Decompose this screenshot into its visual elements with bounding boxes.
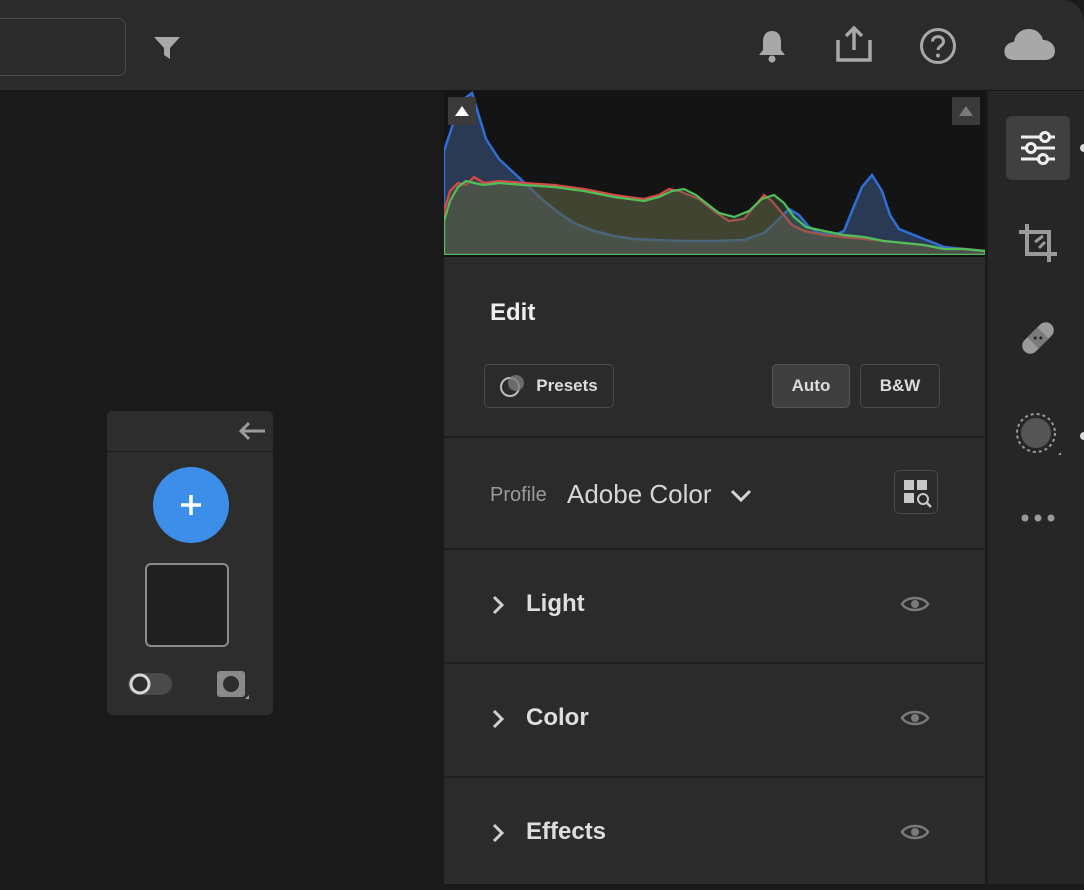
highlight-clipping-toggle[interactable]: [952, 97, 980, 125]
search-field[interactable]: [0, 18, 126, 76]
profile-label: Profile: [490, 484, 547, 506]
eye-icon[interactable]: [900, 708, 930, 728]
edit-title: Edit: [490, 299, 536, 326]
plus-icon: [181, 495, 201, 515]
presets-button[interactable]: Presets: [484, 364, 614, 408]
active-indicator-dot: [1080, 144, 1084, 152]
arrow-left-icon[interactable]: [235, 419, 267, 443]
funnel-icon[interactable]: [152, 34, 182, 62]
eye-icon[interactable]: [900, 822, 930, 842]
profile-value: Adobe Color: [567, 479, 712, 509]
auto-label: Auto: [791, 376, 831, 395]
auto-button[interactable]: Auto: [772, 364, 850, 408]
profile-browser-button[interactable]: [894, 470, 938, 514]
section-color[interactable]: Color: [444, 664, 985, 776]
section-color-label: Color: [526, 704, 589, 731]
top-toolbar: [0, 0, 1084, 91]
crop-tool-button[interactable]: [1006, 211, 1070, 275]
histogram: [444, 91, 985, 257]
masking-indicator-dot: [1080, 432, 1084, 440]
more-tools-button[interactable]: [1006, 486, 1070, 550]
masks-panel-header: [107, 411, 273, 452]
section-light[interactable]: Light: [444, 550, 985, 662]
histogram-green-channel: [444, 179, 985, 255]
edit-sliders-icon: [1021, 131, 1055, 165]
masks-panel: [106, 410, 274, 716]
masking-icon: [1016, 413, 1061, 455]
masking-tool-button[interactable]: [1006, 403, 1070, 467]
tool-rail: [986, 91, 1084, 884]
bell-icon[interactable]: [756, 28, 788, 64]
cloud-icon[interactable]: [1002, 26, 1056, 62]
mask-overlay-icon[interactable]: [215, 669, 251, 703]
share-icon[interactable]: [834, 24, 874, 64]
presets-label: Presets: [536, 376, 598, 395]
bw-button[interactable]: B&W: [860, 364, 940, 408]
divider: [444, 436, 985, 438]
chevron-right-icon: [492, 823, 505, 843]
shadow-clipping-toggle[interactable]: [448, 97, 476, 125]
eye-icon[interactable]: [900, 594, 930, 614]
chevron-down-icon: [730, 490, 751, 503]
mask-thumbnail[interactable]: [145, 563, 229, 647]
help-icon[interactable]: [918, 26, 958, 66]
section-effects-label: Effects: [526, 818, 607, 845]
triangle-up-icon: [455, 106, 469, 116]
section-effects[interactable]: Effects: [444, 778, 985, 890]
more-icon: [1021, 514, 1055, 522]
edit-panel: Edit Presets Auto B&W Profile Adobe Colo…: [444, 91, 985, 884]
grid-search-icon: [904, 480, 932, 508]
bw-label: B&W: [879, 376, 921, 395]
overlay-toggle[interactable]: [127, 671, 173, 697]
histogram-graph: [444, 91, 985, 255]
section-light-label: Light: [526, 590, 585, 617]
triangle-up-icon: [959, 106, 973, 116]
chevron-right-icon: [492, 595, 505, 615]
chevron-right-icon: [492, 709, 505, 729]
healing-tool-button[interactable]: [1006, 306, 1070, 370]
edit-tool-button[interactable]: [1006, 116, 1070, 180]
profile-dropdown[interactable]: Adobe Color: [567, 479, 753, 510]
create-mask-button[interactable]: [153, 467, 229, 543]
healing-icon: [1022, 322, 1054, 354]
presets-icon: [500, 375, 525, 397]
crop-icon: [1019, 224, 1057, 262]
